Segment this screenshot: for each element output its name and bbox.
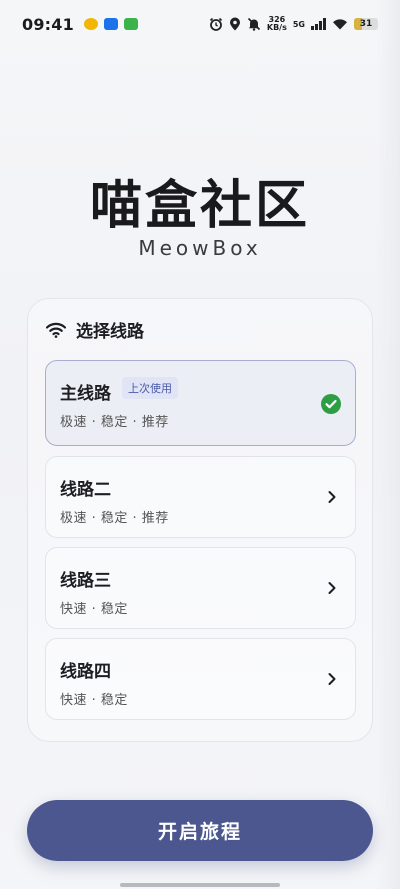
- battery-icon: 31: [354, 18, 378, 30]
- signal-icon: [311, 18, 326, 30]
- route-name: 线路二: [60, 480, 111, 500]
- route-item-3[interactable]: 线路三 快速 · 稳定: [45, 547, 356, 629]
- chevron-right-icon: [328, 673, 336, 685]
- chevron-right-icon: [328, 491, 336, 503]
- wifi-icon: [46, 322, 66, 338]
- battery-level: 31: [359, 19, 373, 29]
- route-name: 线路三: [60, 571, 111, 591]
- check-circle-icon: [321, 394, 341, 414]
- network-type: 5G: [292, 19, 305, 29]
- route-item-main[interactable]: 主线路 上次使用 极速 · 稳定 · 推荐: [45, 360, 356, 446]
- app-title: 喵盒社区: [89, 176, 310, 236]
- route-item-2[interactable]: 线路二 极速 · 稳定 · 推荐: [45, 456, 356, 538]
- wifi-icon: [333, 19, 347, 30]
- route-description: 快速 · 稳定: [60, 693, 128, 708]
- mute-icon: [247, 17, 260, 31]
- route-description: 极速 · 稳定 · 推荐: [60, 511, 169, 526]
- system-icons: 326 KB/s 5G 31: [209, 16, 378, 32]
- route-name: 主线路: [60, 384, 111, 404]
- route-item-4[interactable]: 线路四 快速 · 稳定: [45, 638, 356, 720]
- notif-app-1-icon: [83, 18, 98, 30]
- notif-app-2-icon: [103, 18, 118, 30]
- route-description: 极速 · 稳定 · 推荐: [60, 415, 169, 430]
- chevron-right-icon: [328, 582, 336, 594]
- route-panel-header: 选择线路: [46, 317, 144, 342]
- alarm-icon: [209, 17, 222, 31]
- last-used-badge: 上次使用: [122, 377, 178, 399]
- route-name: 线路四: [60, 662, 111, 682]
- app-subtitle: MeowBox: [138, 236, 262, 260]
- net-speed: 326 KB/s: [266, 15, 287, 32]
- route-panel-title: 选择线路: [76, 322, 144, 342]
- route-description: 快速 · 稳定: [60, 602, 128, 617]
- status-bar: 09:41 326 KB/s 5G 31: [0, 0, 400, 48]
- location-icon: [229, 17, 240, 31]
- edge-shade: [376, 0, 400, 889]
- notification-icons: [83, 18, 138, 30]
- status-time: 09:41: [22, 14, 74, 34]
- start-journey-button[interactable]: 开启旅程: [27, 800, 373, 861]
- route-panel: 选择线路 主线路 上次使用 极速 · 稳定 · 推荐 线路二 极速 · 稳定 ·…: [27, 298, 373, 742]
- home-indicator[interactable]: [120, 883, 280, 887]
- notif-app-3-icon: [123, 18, 138, 30]
